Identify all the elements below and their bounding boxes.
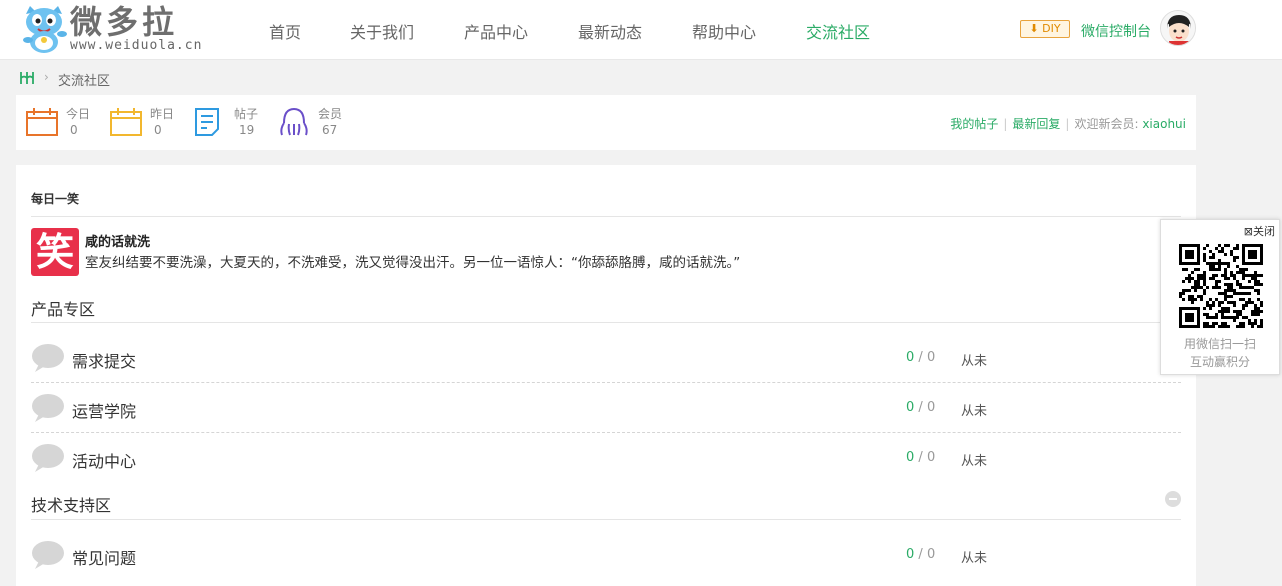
forum-stats-bar: 今日 0 昨日 0 帖子 19 会员 67 我的帖子 | 最新回复 | 欢迎新会员: x… — [16, 95, 1196, 150]
community-home-icon[interactable] — [18, 69, 36, 87]
thread-count: 0 — [906, 400, 915, 415]
calendar-today-icon — [26, 108, 58, 136]
last-post: 从未 — [961, 551, 988, 566]
forum-name[interactable]: 活动中心 — [72, 448, 136, 472]
forum-counts: 0 / 0 — [906, 350, 936, 365]
section-title[interactable]: 产品专区 — [31, 296, 95, 320]
forum-row[interactable]: 活动中心 0 / 0 从未 — [31, 433, 1181, 483]
collapse-section-icon[interactable] — [1165, 491, 1181, 507]
post-count: 0 — [926, 350, 936, 365]
site-logo[interactable]: 微多拉 www.weiduola.cn — [18, 2, 218, 58]
nav-news[interactable]: 最新动态 — [578, 19, 642, 43]
divider — [31, 322, 1181, 323]
document-posts-icon — [195, 108, 219, 136]
qr-close-button[interactable]: ⊠关闭 — [1244, 223, 1275, 239]
forum-main: 每日一笑 笑 咸的话就洗 室友纠结要不要洗澡，大夏天的，不洗难受，洗又觉得没出汗… — [16, 165, 1196, 586]
stat-members-label: 会员 — [318, 107, 343, 121]
last-post: 从未 — [961, 454, 988, 469]
link-divider: | — [1003, 117, 1008, 131]
last-post: 从未 — [961, 404, 988, 419]
qr-caption-reward: 互动赢积分 — [1189, 355, 1250, 369]
wechat-qr-popup: ⊠关闭 用微信扫一扫 互动赢积分 — [1160, 219, 1280, 375]
forum-row[interactable]: 运营学院 0 / 0 从未 — [31, 383, 1181, 433]
section-title[interactable]: 技术支持区 — [31, 492, 111, 516]
qr-close-label: 关闭 — [1253, 225, 1275, 238]
stat-posts-value: 19 — [239, 123, 255, 137]
chat-bubble-icon — [32, 394, 64, 422]
joke-title: 咸的话就洗 — [85, 235, 151, 250]
post-count: 0 — [926, 400, 936, 415]
close-icon: ⊠ — [1243, 225, 1253, 238]
daily-joke-heading: 每日一笑 — [31, 192, 80, 206]
stat-today-value: 0 — [70, 123, 78, 137]
divider — [31, 216, 1181, 217]
stat-today-label: 今日 — [66, 107, 91, 121]
forum-row[interactable]: 常见问题 0 / 0 从未 — [31, 530, 1181, 580]
calendar-yesterday-icon — [110, 108, 142, 136]
cat-mascot-icon — [23, 6, 67, 53]
forum-counts: 0 / 0 — [906, 547, 936, 562]
joke-text: 室友纠结要不要洗澡，大夏天的，不洗难受，洗又觉得没出汗。另一位一语惊人：“你舔舔… — [85, 255, 741, 271]
stat-members-value: 67 — [322, 123, 338, 137]
stat-posts-label: 帖子 — [234, 107, 259, 121]
nav-home[interactable]: 首页 — [269, 19, 301, 43]
nav-help[interactable]: 帮助中心 — [692, 19, 756, 43]
post-count: 0 — [926, 547, 936, 562]
my-posts-link[interactable]: 我的帖子 — [950, 117, 998, 131]
members-octopus-icon — [280, 107, 308, 136]
forum-name[interactable]: 运营学院 — [72, 398, 136, 422]
new-member-link[interactable]: xiaohui — [1142, 117, 1186, 131]
breadcrumb-current: 交流社区 — [58, 74, 111, 89]
avatar-face-icon — [1161, 11, 1195, 45]
breadcrumb-separator: › — [44, 70, 49, 84]
diy-button[interactable]: ⬇ DIY — [1020, 20, 1070, 38]
wechat-console-link[interactable]: 微信控制台 — [1081, 21, 1151, 41]
chat-bubble-icon — [32, 541, 64, 569]
nav-about[interactable]: 关于我们 — [350, 19, 414, 43]
thread-count: 0 — [906, 350, 915, 365]
stat-yesterday-value: 0 — [154, 123, 162, 137]
last-post: 从未 — [961, 354, 988, 369]
chat-bubble-icon — [32, 444, 64, 472]
stats-links: 我的帖子 | 最新回复 | 欢迎新会员: xiaohui — [950, 115, 1186, 132]
forum-name[interactable]: 需求提交 — [72, 348, 136, 372]
nav-products[interactable]: 产品中心 — [464, 19, 528, 43]
qr-caption-scan: 用微信扫一扫 — [1183, 337, 1256, 351]
latest-replies-link[interactable]: 最新回复 — [1012, 117, 1060, 131]
stat-yesterday-label: 昨日 — [150, 107, 175, 121]
forum-row[interactable]: 需求提交 0 / 0 从未 — [31, 333, 1181, 383]
user-avatar[interactable] — [1160, 10, 1196, 46]
chat-bubble-icon — [32, 344, 64, 372]
thread-count: 0 — [906, 547, 915, 562]
divider — [31, 519, 1181, 520]
link-divider: | — [1065, 117, 1070, 131]
forum-counts: 0 / 0 — [906, 400, 936, 415]
diy-label: DIY — [1042, 22, 1061, 35]
welcome-text: 欢迎新会员: — [1074, 117, 1139, 131]
logo-title: 微多拉 — [70, 3, 179, 41]
forum-counts: 0 / 0 — [906, 450, 936, 465]
post-count: 0 — [926, 450, 936, 465]
nav-community[interactable]: 交流社区 — [806, 19, 870, 43]
logo-url: www.weiduola.cn — [70, 38, 203, 53]
download-arrow-icon: ⬇ — [1029, 22, 1039, 35]
qr-code-icon — [1179, 244, 1263, 328]
thread-count: 0 — [906, 450, 915, 465]
forum-name[interactable]: 常见问题 — [72, 545, 136, 569]
laugh-icon: 笑 — [31, 228, 79, 276]
site-header: 微多拉 www.weiduola.cn 首页 关于我们 产品中心 最新动态 帮助… — [0, 0, 1282, 60]
